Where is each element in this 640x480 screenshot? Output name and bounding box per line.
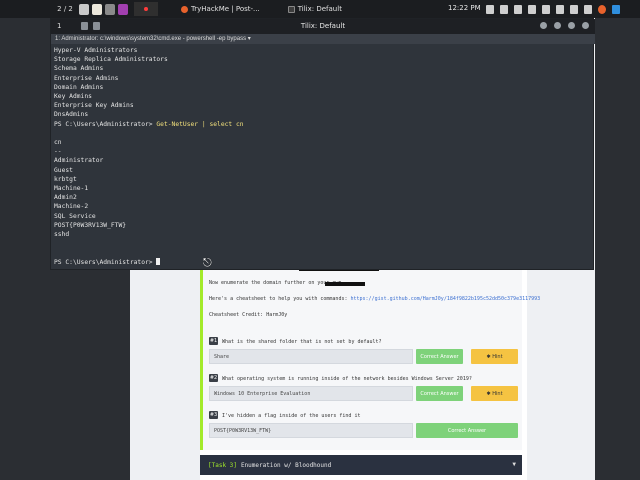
hint-button[interactable]: ✱ Hint <box>471 349 518 364</box>
enumerate-text: Now enumerate the domain further on your… <box>209 280 342 286</box>
output-line: Administrator <box>54 157 104 165</box>
command-line: PS C:\Users\Administrator> Get-NetUser |… <box>54 120 592 129</box>
cheatsheet-credit: Cheatsheet Credit: HarmJ0y <box>209 312 288 318</box>
terminal-output[interactable]: Hyper-V Administrators Storage Replica Ad… <box>54 46 592 267</box>
maximize-icon[interactable] <box>568 22 575 29</box>
notes-icon[interactable] <box>92 3 102 15</box>
question-text: What operating system is running inside … <box>222 376 472 382</box>
chevron-down-icon: ▼ <box>512 461 516 468</box>
question-number: #2 <box>209 374 218 382</box>
output-line: Machine-2 <box>54 203 89 211</box>
prompt: PS C:\Users\Administrator> <box>54 120 153 128</box>
question-number: #3 <box>209 411 218 419</box>
task-tag: [Task 3] <box>208 461 237 469</box>
mouse-cursor-icon: ⎋ <box>203 256 212 269</box>
window-title: Tilix: Default <box>300 22 346 30</box>
hint-label: Hint <box>492 353 503 360</box>
output-line: Enterprise Admins <box>54 74 119 82</box>
correct-answer-button[interactable]: Correct Answer <box>416 349 463 364</box>
output-line: krbtgt <box>54 175 77 183</box>
correct-answer-button[interactable]: Correct Answer <box>416 423 518 438</box>
current-prompt-line[interactable]: PS C:\Users\Administrator> <box>54 257 592 267</box>
output-separator: -- <box>54 148 62 156</box>
system-tray <box>486 2 626 16</box>
battery-icon[interactable] <box>556 4 564 14</box>
hint-label: Hint <box>492 390 503 397</box>
output-line: Admin2 <box>54 194 77 202</box>
terminal-titlebar[interactable]: 1 Tilix: Default <box>51 19 595 34</box>
minimize-icon[interactable] <box>554 22 561 29</box>
redacted-text <box>325 282 365 286</box>
question-text: I've hidden a flag inside of the users f… <box>222 413 361 419</box>
app-launcher-icon[interactable] <box>118 3 128 15</box>
hint-button[interactable]: ✱ Hint <box>471 386 518 401</box>
firefox-icon <box>181 5 188 13</box>
bluetooth-alt-icon[interactable] <box>542 4 550 14</box>
files-icon[interactable] <box>79 3 89 15</box>
question-number: #1 <box>209 337 218 345</box>
terminal-icon <box>287 5 295 13</box>
command: Get-NetUser | select cn <box>156 120 244 128</box>
question-text: What is the shared folder that is not se… <box>222 339 382 345</box>
lock-icon[interactable] <box>570 4 578 14</box>
output-line: POST{P0W3RV13W_FTW} <box>54 221 127 229</box>
taskbar-item-label: Tilix: Default <box>297 5 342 13</box>
top-panel: 2 / 2 TryHackMe | Post-... Tilix: Defaul… <box>0 0 640 18</box>
apps-icon[interactable] <box>486 4 494 14</box>
search-icon[interactable] <box>540 22 547 29</box>
bluetooth-icon[interactable] <box>528 4 536 14</box>
output-line: Guest <box>54 166 73 174</box>
desktop: 2 / 2 TryHackMe | Post-... Tilix: Defaul… <box>0 0 640 480</box>
taskbar-item-label: TryHackMe | Post-... <box>191 5 260 13</box>
close-icon[interactable] <box>582 22 589 29</box>
cheatsheet-line: Here's a cheatsheet to help you with com… <box>209 296 540 302</box>
output-line: DnsAdmins <box>54 111 89 119</box>
power-icon[interactable] <box>584 4 592 14</box>
task-header-bloodhound[interactable]: [Task 3] Enumeration w/ Bloodhound ▼ <box>200 455 522 475</box>
output-line: Enterprise Key Admins <box>54 102 134 110</box>
output-header: cn <box>54 139 62 147</box>
task-title: Enumeration w/ Bloodhound <box>240 461 332 469</box>
clock[interactable]: 12:22 PM <box>448 4 481 12</box>
text-cursor <box>156 257 161 265</box>
sun-icon[interactable] <box>514 4 522 14</box>
session-title[interactable]: 1: Administrator: c:\windows\system32\cm… <box>51 34 595 44</box>
output-line: Hyper-V Administrators <box>54 47 138 54</box>
output-line: Schema Admins <box>54 65 104 73</box>
output-line: Machine-1 <box>54 185 89 193</box>
taskbar-item-browser[interactable]: TryHackMe | Post-... <box>176 2 265 16</box>
vscode-icon[interactable] <box>612 4 620 14</box>
correct-answer-button[interactable]: Correct Answer <box>416 386 463 401</box>
output-line: Key Admins <box>54 93 92 101</box>
window-preview-icon[interactable] <box>134 2 158 16</box>
answer-field[interactable]: POST{P0W3RV13W_FTW} <box>209 423 413 438</box>
output-line: Domain Admins <box>54 83 104 91</box>
display-icon[interactable] <box>500 4 508 14</box>
cheatsheet-text: Here's a cheatsheet to help you with com… <box>209 296 348 302</box>
output-line: sshd <box>54 231 70 239</box>
answer-field[interactable]: Windows 10 Enterprise Evaluation <box>209 386 413 401</box>
window-controls <box>533 22 589 29</box>
trash-icon[interactable] <box>105 3 115 15</box>
task-content-card: Now enumerate the domain further on your… <box>200 262 540 450</box>
prompt: PS C:\Users\Administrator> <box>54 258 153 266</box>
taskbar-item-terminal[interactable]: Tilix: Default <box>283 2 347 16</box>
terminal-window[interactable]: 1 Tilix: Default 1: Administrator: c:\wi… <box>50 18 595 270</box>
firefox-icon[interactable] <box>598 4 606 14</box>
cheatsheet-link[interactable]: https://gist.github.com/HarmJ0y/184f9822… <box>351 296 541 302</box>
output-line: Storage Replica Administrators <box>54 56 168 64</box>
output-line: SQL Service <box>54 212 96 220</box>
answer-field[interactable]: Share <box>209 349 413 364</box>
browser-scrollbar[interactable] <box>595 18 601 480</box>
workspace-switcher[interactable]: 2 / 2 <box>54 2 76 16</box>
